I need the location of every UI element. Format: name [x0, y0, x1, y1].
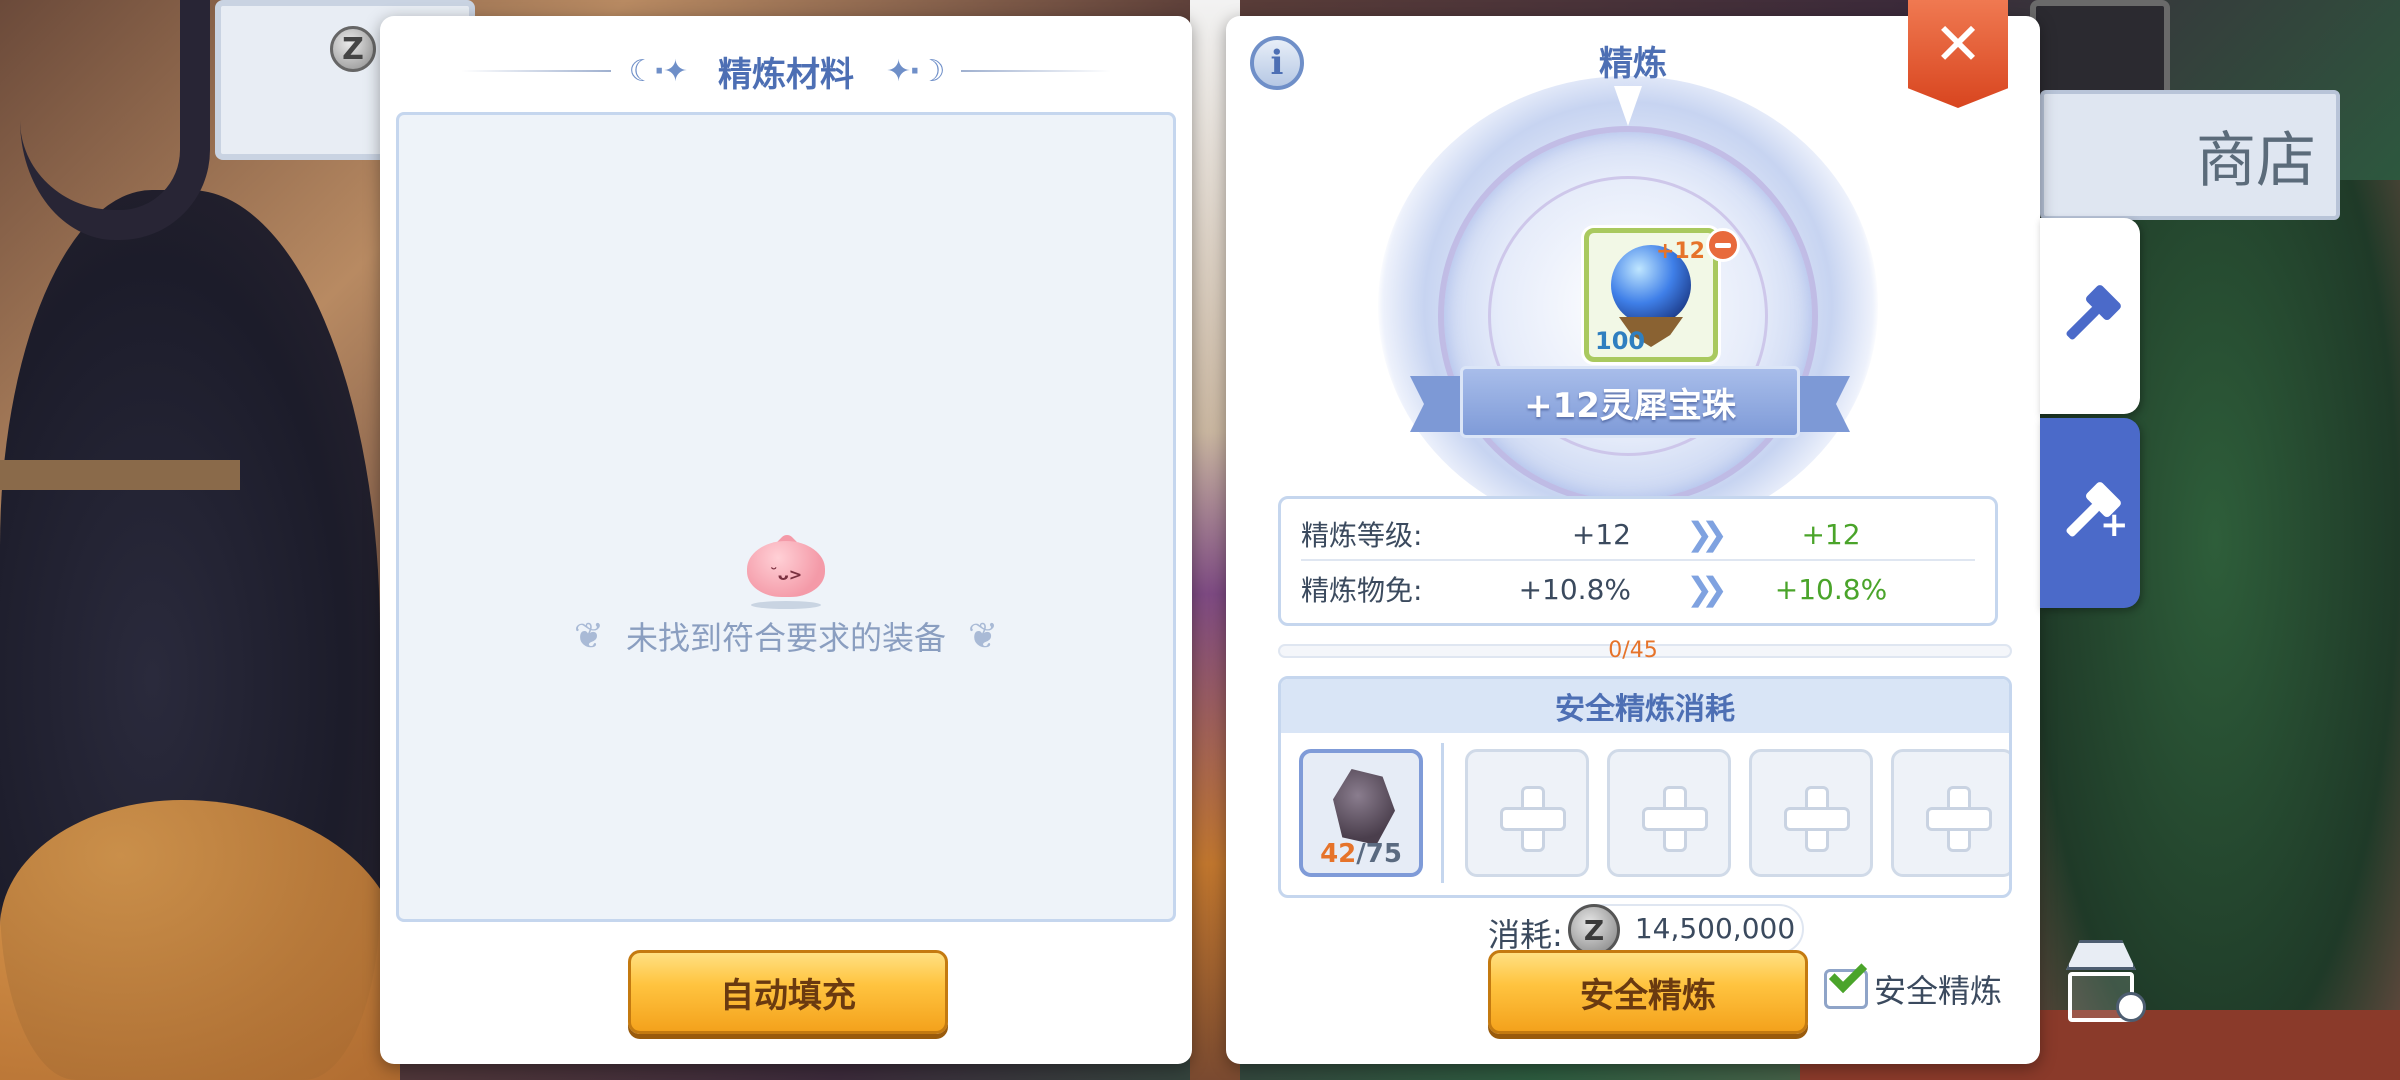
stat-row-refine-level: 精炼等级: +12 ❯❯ +12 — [1301, 509, 1975, 561]
empty-state: ˘ᴗ> ❦ 未找到符合要求的装备 ❦ — [399, 532, 1173, 659]
stat-current: +10.8% — [1518, 572, 1631, 606]
safe-refine-checkbox-label: 安全精炼 — [1874, 972, 2003, 1010]
stat-row-physical-immunity: 精炼物免: +10.8% ❯❯ +10.8% — [1301, 563, 1975, 615]
header-divider-left — [460, 70, 611, 72]
materials-list[interactable]: ˘ᴗ> ❦ 未找到符合要求的装备 ❦ — [396, 112, 1176, 922]
item-refine-level: +12 — [1655, 239, 1705, 264]
equipped-item-slot[interactable]: +12 100 — [1584, 228, 1718, 362]
empty-material-slot[interactable] — [1749, 749, 1873, 877]
wing-right-icon: ❦ — [968, 615, 999, 657]
cost-title: 安全精炼消耗 — [1281, 679, 2009, 733]
material-need: 75 — [1365, 839, 1402, 869]
plus-icon — [1500, 786, 1566, 852]
share-icon — [2116, 992, 2146, 1022]
empty-material-slot[interactable] — [1891, 749, 2009, 877]
fee-value: 14,500,000 — [1634, 912, 1796, 945]
poring-mascot-icon: ˘ᴗ> — [747, 532, 825, 597]
slot-divider — [1441, 743, 1444, 883]
double-arrow-icon: ❯❯ — [1686, 570, 1728, 608]
material-have: 42 — [1320, 839, 1357, 869]
checkmark-icon — [1828, 954, 1868, 994]
double-arrow-icon: ❯❯ — [1686, 515, 1728, 553]
stat-next: +12 — [1801, 517, 1861, 551]
background-shop-sign: 商店 — [2040, 90, 2340, 220]
mascot-shadow — [751, 601, 821, 609]
materials-title: 精炼材料 — [718, 54, 854, 95]
stat-current: +12 — [1571, 517, 1631, 551]
material-count: 42/75 — [1303, 839, 1419, 869]
plus-icon — [1784, 786, 1850, 852]
safe-refine-cost: 安全精炼消耗 42/75 — [1278, 676, 2012, 898]
tab-refine[interactable] — [2040, 218, 2140, 414]
plus-icon — [1926, 786, 1992, 852]
ore-icon — [1333, 769, 1395, 845]
safe-refine-toggle[interactable]: 安全精炼 — [1824, 954, 2003, 1012]
stat-label: 精炼等级: — [1301, 519, 1423, 552]
hammer-icon — [2048, 274, 2133, 359]
fee-display: Z 14,500,000 — [1568, 904, 1804, 956]
materials-panel: ☾·✦ 精炼材料 ✦·☽ ˘ᴗ> ❦ 未找到符合要求的装备 ❦ 自动填充 — [380, 16, 1192, 1064]
refine-stats: 精炼等级: +12 ❯❯ +12 精炼物免: +10.8% ❯❯ +10.8% — [1278, 496, 1998, 626]
item-durability: 100 — [1595, 327, 1646, 355]
header-divider-right — [961, 70, 1112, 72]
zeny-coin-icon: Z — [1568, 904, 1620, 956]
material-slot[interactable]: 42/75 — [1299, 749, 1423, 877]
background-shelf — [0, 460, 240, 490]
background-zeny-icon: Z — [330, 26, 376, 72]
stat-next: +10.8% — [1774, 572, 1888, 606]
stat-label: 精炼物免: — [1301, 574, 1423, 607]
safe-refine-checkbox[interactable] — [1824, 954, 1868, 1009]
wing-left-icon: ❦ — [573, 615, 604, 657]
header-ornament-left-icon: ☾·✦ — [628, 53, 688, 89]
auto-fill-button[interactable]: 自动填充 — [628, 950, 948, 1034]
shop-bag-icon[interactable] — [2060, 940, 2146, 1026]
item-name-ribbon: +12灵犀宝珠 — [1410, 366, 1850, 438]
empty-material-slot[interactable] — [1607, 749, 1731, 877]
materials-header: ☾·✦ 精炼材料 ✦·☽ — [380, 36, 1192, 106]
close-button[interactable]: ✕ — [1908, 0, 2008, 108]
empty-material-slot[interactable] — [1465, 749, 1589, 877]
material-separator: / — [1356, 839, 1366, 869]
item-name: +12灵犀宝珠 — [1460, 366, 1800, 438]
refine-panel: i 精炼 ✕ +12 100 +12灵犀宝珠 精炼等级: +12 ❯❯ +12 … — [1226, 0, 2040, 1064]
halo-arrow-icon — [1614, 86, 1642, 126]
header-ornament-right-icon: ✦·☽ — [886, 53, 945, 89]
remove-item-icon[interactable] — [1706, 228, 1740, 262]
progress-text: 0/45 — [1608, 638, 1658, 663]
plus-icon — [1642, 786, 1708, 852]
safe-refine-button[interactable]: 安全精炼 — [1488, 950, 1808, 1034]
empty-message: 未找到符合要求的装备 — [625, 619, 946, 657]
background-character-horn — [20, 0, 210, 240]
tab-plus-icon: + — [2100, 505, 2129, 545]
